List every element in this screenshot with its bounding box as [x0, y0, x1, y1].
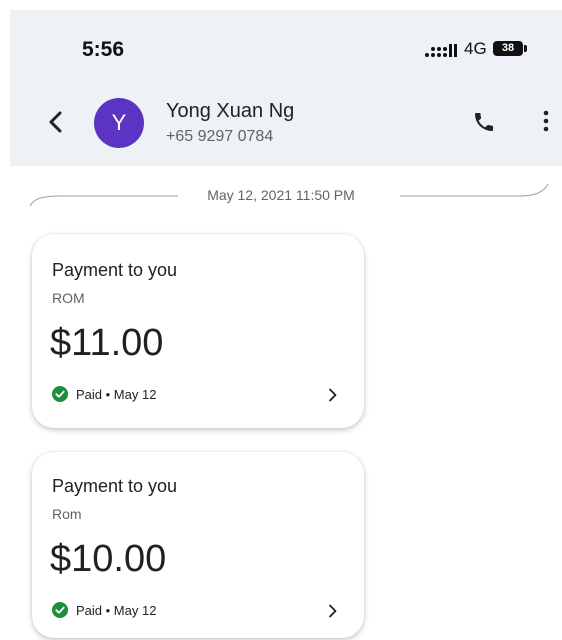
check-circle-icon — [52, 386, 68, 402]
check-circle-icon — [52, 602, 68, 618]
status-time: 5:56 — [82, 38, 125, 61]
contact-name[interactable]: Yong Xuan Ng — [166, 100, 294, 123]
payment-amount: $10.00 — [50, 538, 167, 580]
payment-status: Paid • May 12 — [52, 386, 156, 402]
date-divider: May 12, 2021 11:50 PM — [207, 187, 355, 203]
chevron-right-icon[interactable] — [328, 388, 338, 402]
chat-header: 5:56 4G 38 Y Yong Xuan Ng +65 9297 0784 — [10, 10, 562, 166]
more-vert-icon[interactable] — [542, 110, 550, 132]
battery-level: 38 — [501, 42, 515, 54]
network-type: 4G — [464, 39, 487, 58]
payment-card[interactable]: Payment to you Rom $10.00 Paid • May 12 — [32, 452, 364, 638]
payment-amount: $11.00 — [50, 322, 164, 364]
contact-phone: +65 9297 0784 — [166, 128, 274, 145]
payment-card[interactable]: Payment to you ROM $11.00 Paid • May 12 — [32, 234, 364, 428]
battery-icon: 38 — [493, 41, 527, 56]
payment-status: Paid • May 12 — [52, 602, 156, 618]
payment-status-text: Paid • May 12 — [76, 386, 157, 402]
payment-status-text: Paid • May 12 — [76, 602, 157, 618]
payment-title: Payment to you — [52, 476, 178, 496]
payment-note: Rom — [52, 506, 82, 522]
arrow-back-icon[interactable] — [46, 110, 66, 134]
signal-icon — [425, 44, 457, 57]
avatar[interactable]: Y — [94, 98, 144, 148]
chevron-right-icon[interactable] — [328, 604, 338, 618]
payment-note: ROM — [52, 290, 85, 306]
phone-icon[interactable] — [472, 110, 496, 134]
payment-title: Payment to you — [52, 260, 178, 280]
